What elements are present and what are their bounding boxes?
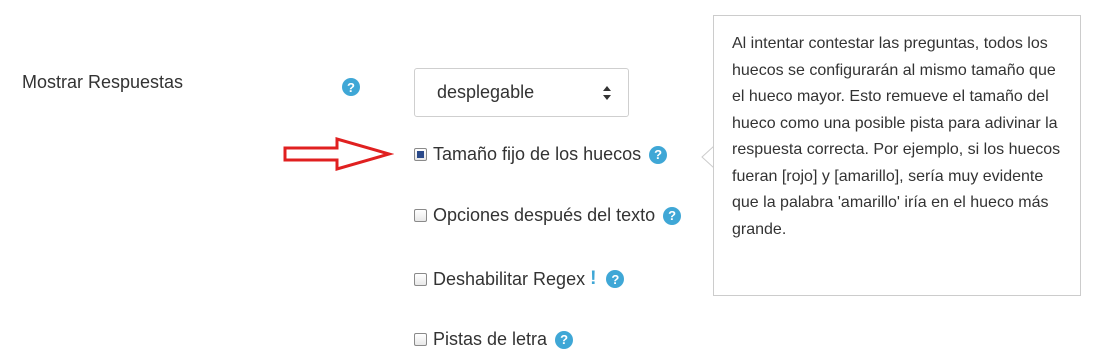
annotation-arrow-icon	[283, 137, 394, 171]
deshabilitar-regex-checkbox[interactable]	[414, 272, 427, 286]
help-icon[interactable]: ?	[663, 206, 682, 225]
help-tooltip: Al intentar contestar las preguntas, tod…	[713, 15, 1081, 296]
mostrar-respuestas-label: Mostrar Respuestas	[22, 72, 184, 92]
option-tamano-fijo: Tamaño fijo de los huecos ?	[414, 144, 668, 165]
tooltip-text: Al intentar contestar las preguntas, tod…	[732, 35, 1061, 238]
help-icon[interactable]: ?	[342, 78, 360, 96]
option-label: Pistas de letra	[433, 329, 548, 349]
help-icon[interactable]: ?	[649, 145, 668, 164]
opciones-despues-checkbox[interactable]	[414, 209, 427, 222]
option-pistas-letra: Pistas de letra ?	[414, 329, 574, 350]
option-label: Tamaño fijo de los huecos	[433, 144, 642, 164]
option-opciones-despues: Opciones después del texto ?	[414, 205, 682, 226]
warning-icon: !	[590, 268, 597, 289]
help-icon[interactable]: ?	[606, 270, 625, 288]
tamano-fijo-checkbox[interactable]	[414, 148, 427, 161]
pistas-letra-checkbox[interactable]	[414, 333, 427, 346]
select-value: desplegable	[437, 82, 535, 102]
select-arrows-icon	[603, 86, 611, 100]
help-icon[interactable]: ?	[555, 330, 574, 349]
mostrar-respuestas-select[interactable]: desplegable	[414, 68, 629, 117]
option-deshabilitar-regex: Deshabilitar Regex ! ?	[414, 268, 625, 290]
option-label: Deshabilitar Regex	[433, 268, 586, 289]
settings-panel: Mostrar Respuestas ? desplegable Tamaño …	[0, 0, 1102, 355]
option-label: Opciones después del texto	[433, 205, 656, 225]
